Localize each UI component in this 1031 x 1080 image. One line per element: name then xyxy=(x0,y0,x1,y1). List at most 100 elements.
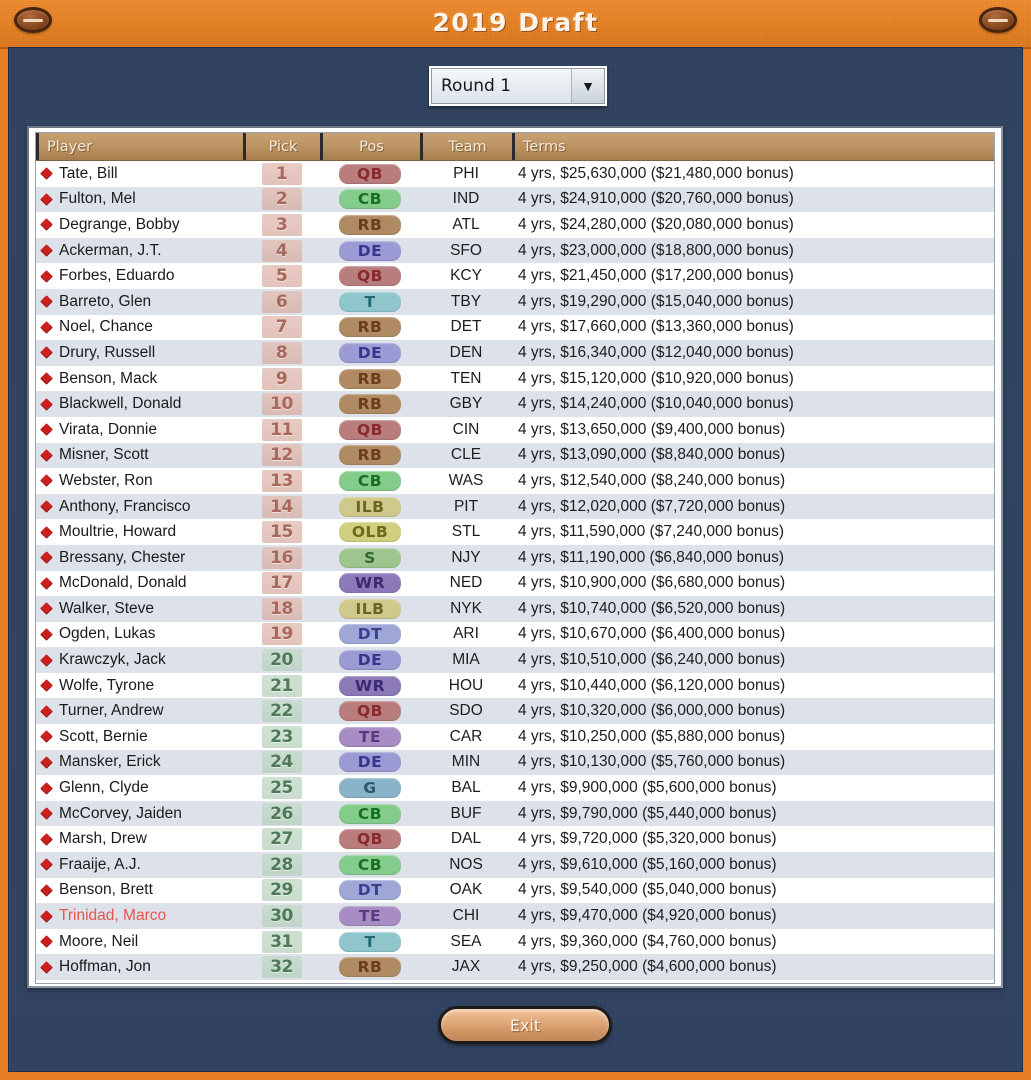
position-badge: DT xyxy=(339,880,401,901)
cell-pos: RB xyxy=(320,391,420,417)
table-row[interactable]: Trinidad, Marco 30 TE CHI 4 yrs, $9,470,000 … xyxy=(36,903,994,929)
cell-terms: 4 yrs, $13,650,000 ($9,400,000 bonus) xyxy=(512,417,994,443)
table-row[interactable]: Walker, Steve 18 ILB NYK 4 yrs, $10,740,000 … xyxy=(36,596,994,622)
table-row[interactable]: Blackwell, Donald 10 RB GBY 4 yrs, $14,240,0… xyxy=(36,391,994,417)
player-name: Ogden, Lukas xyxy=(59,625,156,643)
pick-number-badge: 28 xyxy=(261,853,302,876)
cell-pick: 20 xyxy=(243,647,320,673)
position-badge: DE xyxy=(339,752,401,773)
cell-player: Turner, Andrew xyxy=(36,698,243,724)
column-header-terms[interactable]: Terms xyxy=(512,133,994,160)
position-badge: ILB xyxy=(339,598,401,619)
team-abbreviation: ATL xyxy=(452,215,480,233)
table-row[interactable]: Marsh, Drew 27 QB DAL 4 yrs, $9,720,000 ($5,… xyxy=(36,826,994,853)
table-row[interactable]: Glenn, Clyde 25 G BAL 4 yrs, $9,900,000 ($5,… xyxy=(36,775,994,801)
table-row[interactable]: Fulton, Mel 2 CB IND 4 yrs, $24,910,000 ($20… xyxy=(36,186,994,213)
cell-player: Glenn, Clyde xyxy=(36,775,243,801)
table-row[interactable]: Tate, Bill 1 QB PHI 4 yrs, $25,630,000 ($21,… xyxy=(36,161,994,187)
table-row[interactable]: Moultrie, Howard 15 OLB STL 4 yrs, $11,590,0… xyxy=(36,519,994,545)
pick-number-badge: 27 xyxy=(261,828,302,851)
chevron-down-icon[interactable]: ▼ xyxy=(571,68,605,104)
cell-pick: 6 xyxy=(243,289,320,315)
cell-team: DAL xyxy=(420,826,512,852)
cell-pos: RB xyxy=(320,443,420,469)
diamond-icon xyxy=(40,551,53,565)
pick-number-badge: 12 xyxy=(261,444,302,467)
table-row[interactable]: Noel, Chance 7 RB DET 4 yrs, $17,660,000 ($1… xyxy=(36,314,994,341)
table-row[interactable]: Mansker, Erick 24 DE MIN 4 yrs, $10,130,000 … xyxy=(36,749,994,776)
player-name: Fulton, Mel xyxy=(59,190,136,208)
table-row[interactable]: Krawczyk, Jack 20 DE MIA 4 yrs, $10,510,000 … xyxy=(36,647,994,673)
cell-terms: 4 yrs, $24,910,000 ($20,760,000 bonus) xyxy=(512,187,994,213)
cell-pos: QB xyxy=(320,263,420,289)
player-name: Drury, Russell xyxy=(59,343,156,361)
table-row[interactable]: Degrange, Bobby 3 RB ATL 4 yrs, $24,280,000 … xyxy=(36,212,994,238)
table-row[interactable]: Scott, Bernie 23 TE CAR 4 yrs, $10,250,000 (… xyxy=(36,724,994,750)
pick-number-badge: 7 xyxy=(261,316,302,339)
table-row[interactable]: Virata, Donnie 11 QB CIN 4 yrs, $13,650,000 … xyxy=(36,416,994,443)
contract-terms: 4 yrs, $10,510,000 ($6,240,000 bonus) xyxy=(518,651,786,669)
table-row[interactable]: Hoffman, Jon 32 RB JAX 4 yrs, $9,250,000 ($4… xyxy=(36,954,994,980)
pick-number-badge: 6 xyxy=(261,290,302,313)
table-row[interactable]: Benson, Mack 9 RB TEN 4 yrs, $15,120,000 ($1… xyxy=(36,365,994,392)
column-header-player[interactable]: Player xyxy=(36,133,243,160)
cell-terms: 4 yrs, $16,340,000 ($12,040,000 bonus) xyxy=(512,340,994,366)
player-name: Marsh, Drew xyxy=(59,830,147,848)
player-name: Virata, Donnie xyxy=(59,420,157,438)
player-name: Glenn, Clyde xyxy=(59,779,149,797)
player-name: Moultrie, Howard xyxy=(59,523,177,541)
column-header-pos[interactable]: Pos xyxy=(320,133,420,160)
team-abbreviation: NJY xyxy=(451,548,481,566)
contract-terms: 4 yrs, $24,910,000 ($20,760,000 bonus) xyxy=(518,190,794,208)
table-row[interactable]: Fraaije, A.J. 28 CB NOS 4 yrs, $9,610,000 ($… xyxy=(36,852,994,878)
table-row[interactable]: Misner, Scott 12 RB CLE 4 yrs, $13,090,000 (… xyxy=(36,442,994,469)
cell-player: McCorvey, Jaiden xyxy=(36,801,243,827)
cell-player: Wolfe, Tyrone xyxy=(36,673,243,699)
cell-team: SEA xyxy=(420,929,512,955)
pick-number-badge: 14 xyxy=(261,495,302,518)
cell-terms: 4 yrs, $9,250,000 ($4,600,000 bonus) xyxy=(512,954,994,980)
cell-terms: 4 yrs, $24,280,000 ($20,080,000 bonus) xyxy=(512,212,994,238)
player-name: Blackwell, Donald xyxy=(59,395,182,413)
cell-terms: 4 yrs, $10,670,000 ($6,400,000 bonus) xyxy=(512,622,994,648)
cell-terms: 4 yrs, $11,190,000 ($6,840,000 bonus) xyxy=(512,545,994,571)
cell-team: DET xyxy=(420,315,512,341)
table-row[interactable]: McDonald, Donald 17 WR NED 4 yrs, $10,900,00… xyxy=(36,570,994,597)
column-header-pick[interactable]: Pick xyxy=(243,133,320,160)
player-name: Ackerman, J.T. xyxy=(59,241,162,259)
player-name: Bressany, Chester xyxy=(59,548,186,566)
cell-terms: 4 yrs, $10,740,000 ($6,520,000 bonus) xyxy=(512,596,994,622)
cell-player: Anthony, Francisco xyxy=(36,494,243,520)
table-row[interactable]: Wolfe, Tyrone 21 WR HOU 4 yrs, $10,440,000 (… xyxy=(36,672,994,699)
cell-player: McDonald, Donald xyxy=(36,571,243,597)
football-icon-right[interactable] xyxy=(979,7,1017,33)
round-select[interactable]: Round 1 ▼ xyxy=(429,66,607,106)
table-row[interactable]: Anthony, Francisco 14 ILB PIT 4 yrs, $12,020… xyxy=(36,493,994,520)
cell-player: Drury, Russell xyxy=(36,340,243,366)
table-row[interactable]: McCorvey, Jaiden 26 CB BUF 4 yrs, $9,790,000… xyxy=(36,800,994,827)
round-select-value[interactable]: Round 1 xyxy=(431,68,571,104)
cell-pos: QB xyxy=(320,161,420,187)
football-icon-left[interactable] xyxy=(14,7,52,33)
cell-pos: G xyxy=(320,775,420,801)
position-badge: TE xyxy=(339,726,401,747)
cell-pos: QB xyxy=(320,826,420,852)
table-row[interactable]: Webster, Ron 13 CB WAS 4 yrs, $12,540,000 ($… xyxy=(36,468,994,494)
table-row[interactable]: Forbes, Eduardo 5 QB KCY 4 yrs, $21,450,000 … xyxy=(36,263,994,289)
table-row[interactable]: Benson, Brett 29 DT OAK 4 yrs, $9,540,000 ($… xyxy=(36,877,994,904)
team-abbreviation: DEN xyxy=(449,343,483,361)
exit-button[interactable]: Exit xyxy=(438,1006,612,1044)
table-row[interactable]: Ackerman, J.T. 4 DE SFO 4 yrs, $23,000,000 (… xyxy=(36,237,994,264)
player-name: Hoffman, Jon xyxy=(59,958,151,976)
table-row[interactable]: Turner, Andrew 22 QB SDO 4 yrs, $10,320,000 … xyxy=(36,698,994,725)
table-row[interactable]: Drury, Russell 8 DE DEN 4 yrs, $16,340,000 (… xyxy=(36,340,994,366)
table-row[interactable]: Moore, Neil 31 T SEA 4 yrs, $9,360,000 ($4,7… xyxy=(36,928,994,955)
table-row[interactable]: Barreto, Glen 6 T TBY 4 yrs, $19,290,000 ($1… xyxy=(36,288,994,315)
cell-player: Bressany, Chester xyxy=(36,545,243,571)
table-row[interactable]: Bressany, Chester 16 S NJY 4 yrs, $11,190,00… xyxy=(36,544,994,571)
table-row[interactable]: Ogden, Lukas 19 DT ARI 4 yrs, $10,670,000 ($… xyxy=(36,621,994,648)
table-header-row: Player Pick Pos Team Terms xyxy=(36,133,994,161)
cell-terms: 4 yrs, $12,020,000 ($7,720,000 bonus) xyxy=(512,494,994,520)
column-header-team[interactable]: Team xyxy=(420,133,512,160)
diamond-icon xyxy=(40,679,53,693)
